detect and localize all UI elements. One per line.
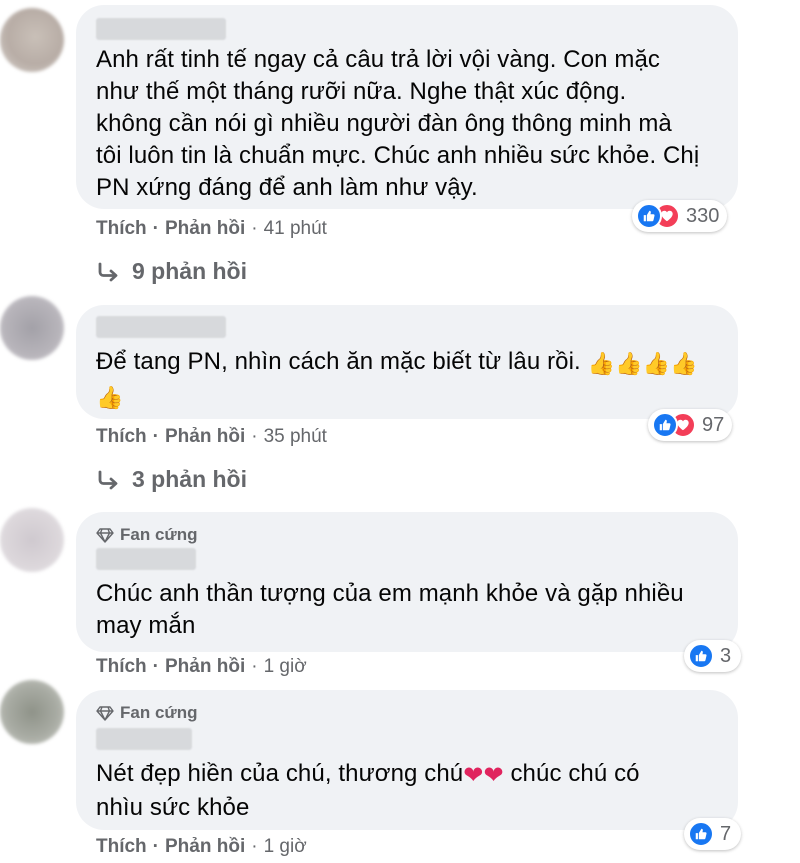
commenter-name-redacted[interactable] bbox=[96, 548, 196, 570]
commenter-name-redacted[interactable] bbox=[96, 316, 226, 338]
comment-actions: Thích · Phản hồi · 1 giờ bbox=[96, 836, 307, 858]
reply-link[interactable]: Phản hồi bbox=[165, 836, 245, 858]
thumbs-up-emoji: 👍 bbox=[615, 351, 643, 376]
diamond-icon bbox=[96, 528, 114, 543]
reply-link[interactable]: Phản hồi bbox=[165, 218, 245, 240]
thumbs-up-emoji: 👍 bbox=[642, 351, 671, 376]
reaction-count: 97 bbox=[702, 413, 725, 436]
thumbs-up-emoji: 👍 bbox=[96, 385, 124, 410]
like-icon bbox=[652, 412, 678, 438]
comment-text: Để tang PN, nhìn cách ăn mặc biết từ lâu… bbox=[96, 346, 698, 414]
like-icon bbox=[688, 643, 714, 669]
reply-link[interactable]: Phản hồi bbox=[165, 656, 245, 678]
comment-text: Chúc anh thần tượng của em mạnh khỏe và … bbox=[96, 580, 684, 639]
thumbs-up-emoji: 👍 bbox=[670, 351, 698, 376]
view-replies-link[interactable]: 3 phản hồi bbox=[96, 466, 247, 493]
like-icon bbox=[636, 203, 662, 229]
reaction-count: 330 bbox=[686, 204, 720, 227]
comment-time[interactable]: 1 giờ bbox=[264, 836, 307, 858]
like-link[interactable]: Thích bbox=[96, 836, 147, 858]
like-link[interactable]: Thích bbox=[96, 656, 147, 678]
diamond-icon bbox=[96, 706, 114, 721]
view-replies-link[interactable]: 9 phản hồi bbox=[96, 258, 247, 285]
comment-text: Anh rất tinh tế ngay cả câu trả lời vội … bbox=[96, 46, 700, 201]
comment-time[interactable]: 41 phút bbox=[264, 218, 327, 240]
reply-arrow-icon bbox=[98, 262, 118, 281]
fan-badge[interactable]: Fan cứng bbox=[96, 703, 197, 723]
like-icon bbox=[688, 821, 714, 847]
red-heart-emoji: ❤ bbox=[483, 762, 504, 789]
comment-text: Nét đẹp hiền của chú, thương chú❤❤ chúc … bbox=[96, 760, 640, 821]
reaction-summary[interactable]: 3 bbox=[684, 640, 742, 672]
reaction-summary[interactable]: 330 bbox=[632, 200, 728, 232]
avatar[interactable] bbox=[0, 680, 64, 744]
comment-time[interactable]: 1 giờ bbox=[264, 656, 307, 678]
like-link[interactable]: Thích bbox=[96, 426, 147, 448]
commenter-name-redacted[interactable] bbox=[96, 18, 226, 40]
avatar[interactable] bbox=[0, 296, 64, 360]
reaction-summary[interactable]: 97 bbox=[648, 409, 733, 441]
reaction-count: 3 bbox=[720, 644, 732, 667]
red-heart-emoji: ❤ bbox=[463, 762, 484, 789]
reaction-summary[interactable]: 7 bbox=[684, 818, 742, 850]
avatar[interactable] bbox=[0, 8, 64, 72]
comment-actions: Thích · Phản hồi · 35 phút bbox=[96, 426, 327, 448]
thumbs-up-emoji: 👍 bbox=[587, 351, 616, 376]
avatar[interactable] bbox=[0, 508, 64, 572]
comment-actions: Thích · Phản hồi · 41 phút bbox=[96, 218, 327, 240]
reply-arrow-icon bbox=[98, 470, 118, 489]
like-link[interactable]: Thích bbox=[96, 218, 147, 240]
reply-link[interactable]: Phản hồi bbox=[165, 426, 245, 448]
comment-time[interactable]: 35 phút bbox=[264, 426, 327, 448]
reaction-count: 7 bbox=[720, 822, 732, 845]
fan-badge[interactable]: Fan cứng bbox=[96, 525, 197, 545]
comment-actions: Thích · Phản hồi · 1 giờ bbox=[96, 656, 307, 678]
commenter-name-redacted[interactable] bbox=[96, 728, 192, 750]
